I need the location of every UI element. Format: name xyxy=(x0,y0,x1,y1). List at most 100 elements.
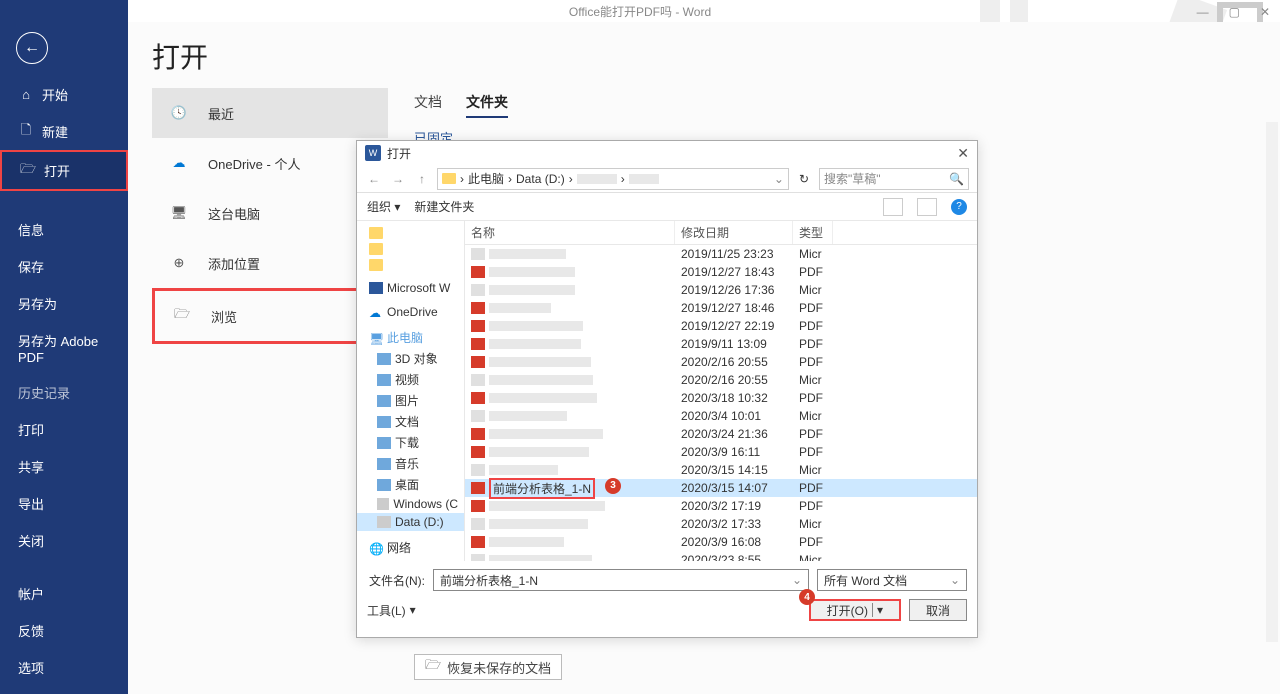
pdf-icon xyxy=(471,356,485,368)
organize-button[interactable]: 组织 ▾ xyxy=(367,198,400,215)
sidebar-close[interactable]: 关闭 xyxy=(0,522,128,559)
computer-icon: 🖥 xyxy=(166,200,192,226)
dialog-toolbar: 组织 ▾ 新建文件夹 ? xyxy=(357,193,977,221)
pdf-icon xyxy=(471,320,485,332)
file-row[interactable]: 2019/12/27 18:43PDF xyxy=(465,263,977,281)
sidebar-export[interactable]: 导出 xyxy=(0,485,128,522)
backstage-sidebar: ← ⌂开始 🗋新建 🗁打开 1 信息 保存 另存为 另存为 Adobe PDF … xyxy=(0,0,128,694)
plus-icon: ⊕ xyxy=(166,250,192,276)
file-row[interactable]: 2020/3/4 10:01Micr xyxy=(465,407,977,425)
sidebar-save-as[interactable]: 另存为 xyxy=(0,285,128,322)
pdf-icon xyxy=(471,266,485,278)
sidebar-info[interactable]: 信息 xyxy=(0,211,128,248)
file-row[interactable]: 2019/12/27 18:46PDF xyxy=(465,299,977,317)
sidebar-save-adobe[interactable]: 另存为 Adobe PDF xyxy=(0,322,128,374)
tab-documents[interactable]: 文档 xyxy=(414,88,442,118)
filename-input[interactable]: 前端分析表格_1-N⌄ xyxy=(433,569,809,591)
place-onedrive[interactable]: ☁OneDrive - 个人 xyxy=(152,138,388,188)
pdf-icon xyxy=(471,302,485,314)
file-row[interactable]: 2020/3/18 10:32PDF xyxy=(465,389,977,407)
file-row[interactable]: 2020/3/2 17:19PDF xyxy=(465,497,977,515)
tools-menu[interactable]: 工具(L)▾ xyxy=(367,602,416,619)
home-icon: ⌂ xyxy=(18,87,34,103)
file-row[interactable]: 2020/2/16 20:55Micr xyxy=(465,371,977,389)
filename-label: 文件名(N): xyxy=(367,572,425,589)
pdf-icon xyxy=(471,392,485,404)
doc-icon xyxy=(471,554,485,561)
doc-icon xyxy=(471,284,485,296)
sidebar-feedback[interactable]: 反馈 xyxy=(0,612,128,649)
new-folder-button[interactable]: 新建文件夹 xyxy=(414,198,474,215)
cloud-icon: ☁ xyxy=(166,150,192,176)
file-row[interactable]: 2019/9/11 13:09PDF xyxy=(465,335,977,353)
sidebar-save[interactable]: 保存 xyxy=(0,248,128,285)
file-row[interactable]: 2020/2/16 20:55PDF xyxy=(465,353,977,371)
pdf-icon xyxy=(471,428,485,440)
preview-pane-button[interactable] xyxy=(917,198,937,216)
file-row[interactable]: 2020/3/23 8:55Micr xyxy=(465,551,977,561)
place-browse[interactable]: 🗁浏览 2 xyxy=(152,288,388,344)
doc-icon xyxy=(471,248,485,260)
sidebar-print[interactable]: 打印 xyxy=(0,411,128,448)
file-row[interactable]: 2019/12/26 17:36Micr xyxy=(465,281,977,299)
place-this-pc[interactable]: 🖥这台电脑 xyxy=(152,188,388,238)
folder-open-icon: 🗁 xyxy=(20,163,36,179)
title-bar: Office能打开PDF吗 - Word — ▢ ✕ xyxy=(0,0,1280,22)
recover-button[interactable]: 🗁恢复未保存的文档 xyxy=(414,654,562,680)
file-filter-combo[interactable]: 所有 Word 文档⌄ xyxy=(817,569,967,591)
back-button[interactable]: ← xyxy=(16,32,48,64)
file-row[interactable]: 2020/3/2 17:33Micr xyxy=(465,515,977,533)
doc-icon xyxy=(471,464,485,476)
sidebar-options[interactable]: 选项 xyxy=(0,649,128,686)
nav-back-icon[interactable]: ← xyxy=(365,172,383,186)
nav-up-icon[interactable]: ↑ xyxy=(413,172,431,186)
sidebar-start[interactable]: ⌂开始 xyxy=(0,76,128,113)
tabs: 文档 文件夹 xyxy=(414,88,1268,118)
help-icon[interactable]: ? xyxy=(951,199,967,215)
callout-3: 3 xyxy=(605,478,621,494)
file-row[interactable]: 2019/11/25 23:23Micr xyxy=(465,245,977,263)
doc-icon xyxy=(471,410,485,422)
dialog-nav: ← → ↑ ›此电脑 ›Data (D:) › › ⌄ ↻ 搜索"草稿" 🔍 xyxy=(357,165,977,193)
sidebar-open[interactable]: 🗁打开 1 xyxy=(0,150,128,191)
sidebar-account[interactable]: 帐户 xyxy=(0,575,128,612)
cancel-button[interactable]: 取消 xyxy=(909,599,967,621)
file-list[interactable]: 名称 修改日期 类型 2019/11/25 23:23Micr2019/12/2… xyxy=(465,221,977,561)
word-icon: W xyxy=(365,145,381,161)
new-icon: 🗋 xyxy=(18,124,34,140)
sidebar-share[interactable]: 共享 xyxy=(0,448,128,485)
dialog-title-bar: W 打开 ✕ xyxy=(357,141,977,165)
doc-icon xyxy=(471,374,485,386)
file-row[interactable]: 2020/3/15 14:15Micr xyxy=(465,461,977,479)
minimize-icon[interactable]: — xyxy=(1197,5,1209,19)
breadcrumb[interactable]: ›此电脑 ›Data (D:) › › ⌄ xyxy=(437,168,789,190)
nav-forward-icon[interactable]: → xyxy=(389,172,407,186)
open-button[interactable]: 打开(O)▾ xyxy=(809,599,901,621)
sidebar-new[interactable]: 🗋新建 xyxy=(0,113,128,150)
maximize-icon[interactable]: ▢ xyxy=(1229,5,1240,19)
view-mode-button[interactable] xyxy=(883,198,903,216)
close-icon[interactable]: ✕ xyxy=(1260,5,1270,19)
page-title: 打开 xyxy=(152,36,1280,76)
pdf-icon xyxy=(471,500,485,512)
file-row[interactable]: 前端分析表格_1-N32020/3/15 14:07PDF xyxy=(465,479,977,497)
sidebar-history[interactable]: 历史记录 xyxy=(0,374,128,411)
pdf-icon xyxy=(471,338,485,350)
scrollbar[interactable] xyxy=(1266,122,1278,642)
place-add[interactable]: ⊕添加位置 xyxy=(152,238,388,288)
file-list-header[interactable]: 名称 修改日期 类型 xyxy=(465,221,977,245)
search-icon: 🔍 xyxy=(949,172,964,186)
dialog-footer: 文件名(N): 前端分析表格_1-N⌄ 所有 Word 文档⌄ 工具(L)▾ 4… xyxy=(357,561,977,629)
file-row[interactable]: 2020/3/9 16:08PDF xyxy=(465,533,977,551)
place-recent[interactable]: 🕓最近 xyxy=(152,88,388,138)
folder-tree[interactable]: Microsoft W ☁OneDrive 🖥此电脑 3D 对象 视频 图片 文… xyxy=(357,221,465,561)
tab-folders[interactable]: 文件夹 xyxy=(466,88,508,118)
refresh-icon[interactable]: ↻ xyxy=(795,172,813,186)
file-row[interactable]: 2019/12/27 22:19PDF xyxy=(465,317,977,335)
clock-icon: 🕓 xyxy=(166,100,192,126)
folder-icon: 🗁 xyxy=(425,656,441,678)
dialog-close-button[interactable]: ✕ xyxy=(957,145,969,162)
search-input[interactable]: 搜索"草稿" 🔍 xyxy=(819,168,969,190)
file-row[interactable]: 2020/3/24 21:36PDF xyxy=(465,425,977,443)
file-row[interactable]: 2020/3/9 16:11PDF xyxy=(465,443,977,461)
